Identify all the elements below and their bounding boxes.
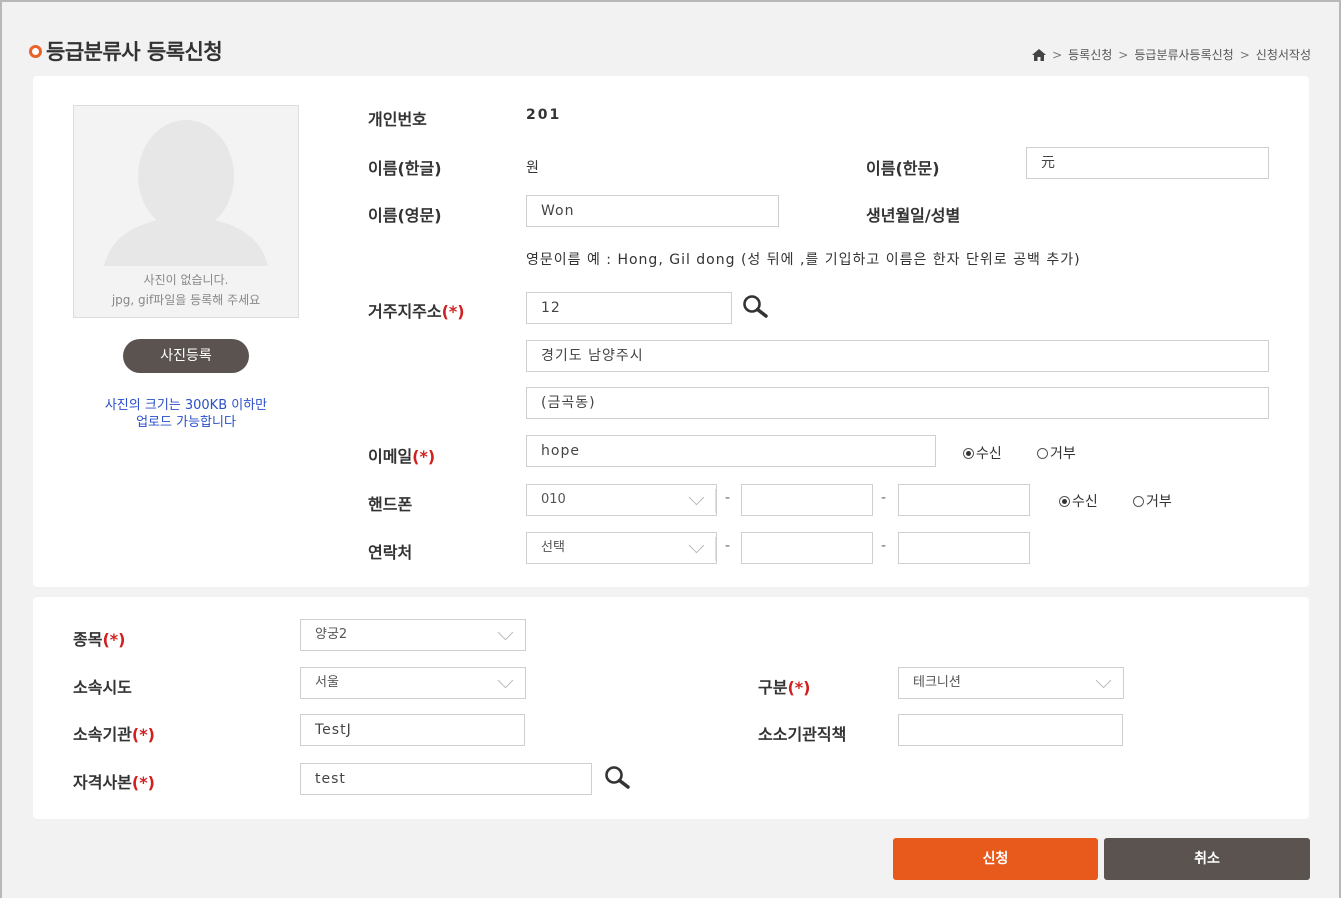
certificate-file-input[interactable]: test: [300, 763, 592, 795]
select-value: 선택: [541, 540, 565, 555]
search-icon[interactable]: [742, 294, 768, 320]
org-input[interactable]: TestJ: [300, 714, 525, 746]
select-value: 서울: [315, 675, 339, 690]
radio-unselected-icon: [1133, 495, 1144, 507]
org-label-text: 소속기관: [73, 725, 132, 744]
email-receive-radio[interactable]: 수신: [963, 443, 1002, 463]
breadcrumb-separator: >: [1239, 47, 1250, 62]
name-korean-label: 이름(한글): [368, 159, 442, 178]
org-position-input[interactable]: [898, 714, 1123, 746]
breadcrumb-separator: >: [1118, 47, 1129, 62]
chevron-down-icon: [688, 537, 705, 554]
required-mark: (*): [441, 302, 465, 321]
org-label: 소속기관(*): [73, 721, 155, 745]
dash: -: [881, 538, 887, 554]
avatar-placeholder-icon: [104, 120, 268, 266]
sms-receive-radio[interactable]: 수신: [1059, 491, 1098, 511]
photo-empty-text: 사진이 없습니다.: [143, 273, 229, 287]
breadcrumb-item[interactable]: 등록신청: [1068, 46, 1112, 63]
email-input[interactable]: hope: [526, 435, 936, 467]
photo-placeholder: 사진이 없습니다. jpg, gif파일을 등록해 주세요: [73, 105, 299, 318]
personal-id-value: 201: [526, 107, 562, 123]
title-bullet-icon: [29, 45, 42, 58]
address-label-text: 거주지주소: [368, 302, 442, 321]
breadcrumb: > 등록신청 > 등급분류사등록신청 > 신청서작성: [1032, 46, 1311, 63]
contact-last-input[interactable]: [898, 532, 1030, 564]
certificate-label-text: 자격사본: [73, 773, 132, 792]
select-divider: [715, 489, 716, 513]
category-label: 구분(*): [758, 674, 810, 698]
radio-label: 수신: [976, 446, 1002, 462]
name-hanja-input[interactable]: 元: [1026, 147, 1269, 179]
radio-label: 수신: [1072, 494, 1098, 510]
address-label: 거주지주소(*): [368, 298, 465, 322]
contact-label: 연락처: [368, 543, 413, 562]
name-hanja-label: 이름(한문): [866, 159, 940, 178]
org-position-label: 소소기관직책: [758, 725, 847, 744]
contact-middle-input[interactable]: [741, 532, 873, 564]
certificate-label: 자격사본(*): [73, 769, 155, 793]
select-value: 010: [541, 492, 566, 507]
birth-gender-label: 생년월일/성별: [866, 206, 961, 225]
name-korean-value: 원: [526, 160, 539, 176]
email-label: 이메일(*): [368, 443, 435, 467]
photo-format-text: jpg, gif파일을 등록해 주세요: [111, 293, 261, 307]
select-divider: [715, 537, 716, 561]
city-label: 소속시도: [73, 678, 132, 697]
photo-register-button[interactable]: 사진등록: [123, 339, 249, 373]
dash: -: [725, 538, 731, 554]
name-english-label: 이름(영문): [368, 206, 442, 225]
sport-select[interactable]: 양궁2: [300, 619, 526, 651]
sport-label: 종목(*): [73, 626, 125, 650]
category-label-text: 구분: [758, 678, 788, 697]
mobile-prefix-select[interactable]: 010: [526, 484, 717, 516]
dash: -: [881, 490, 887, 506]
email-refuse-radio[interactable]: 거부: [1037, 443, 1076, 463]
breadcrumb-item[interactable]: 등급분류사등록신청: [1134, 46, 1233, 63]
radio-label: 거부: [1050, 446, 1076, 462]
city-select[interactable]: 서울: [300, 667, 526, 699]
breadcrumb-item[interactable]: 신청서작성: [1256, 46, 1311, 63]
mobile-middle-input[interactable]: [741, 484, 873, 516]
zipcode-input[interactable]: 12: [526, 292, 732, 324]
home-icon[interactable]: [1032, 48, 1047, 61]
email-label-text: 이메일: [368, 447, 413, 466]
contact-prefix-select[interactable]: 선택: [526, 532, 717, 564]
address-line2-input[interactable]: (금곡동): [526, 387, 1269, 419]
required-mark: (*): [412, 447, 436, 466]
name-english-input[interactable]: Won: [526, 195, 779, 227]
sport-label-text: 종목: [73, 630, 103, 649]
required-mark: (*): [102, 630, 126, 649]
name-english-hint: 영문이름 예 : Hong, Gil dong (성 뒤에 ,를 기입하고 이름…: [526, 252, 1081, 268]
radio-selected-icon: [963, 447, 974, 459]
chevron-down-icon: [1095, 672, 1112, 689]
submit-button[interactable]: 신청: [893, 838, 1098, 880]
required-mark: (*): [131, 725, 155, 744]
radio-unselected-icon: [1037, 447, 1048, 459]
personal-id-label: 개인번호: [368, 110, 427, 129]
page-title: 등급분류사 등록신청: [29, 36, 223, 66]
radio-selected-icon: [1059, 495, 1070, 507]
chevron-down-icon: [497, 624, 514, 641]
select-value: 양궁2: [315, 627, 348, 642]
photo-size-note-2: 업로드 가능합니다: [136, 415, 236, 430]
cancel-button[interactable]: 취소: [1104, 838, 1310, 880]
required-mark: (*): [131, 773, 155, 792]
mobile-last-input[interactable]: [898, 484, 1030, 516]
address-line1-input[interactable]: 경기도 남양주시: [526, 340, 1269, 372]
chevron-down-icon: [688, 489, 705, 506]
chevron-down-icon: [497, 672, 514, 689]
dash: -: [725, 490, 731, 506]
radio-label: 거부: [1146, 494, 1172, 510]
category-select[interactable]: 테크니션: [898, 667, 1124, 699]
sms-refuse-radio[interactable]: 거부: [1133, 491, 1172, 511]
affiliation-panel: [33, 597, 1309, 819]
mobile-label: 핸드폰: [368, 495, 413, 514]
search-icon[interactable]: [604, 765, 630, 791]
breadcrumb-separator: >: [1052, 47, 1063, 62]
required-mark: (*): [787, 678, 811, 697]
select-value: 테크니션: [913, 675, 961, 690]
